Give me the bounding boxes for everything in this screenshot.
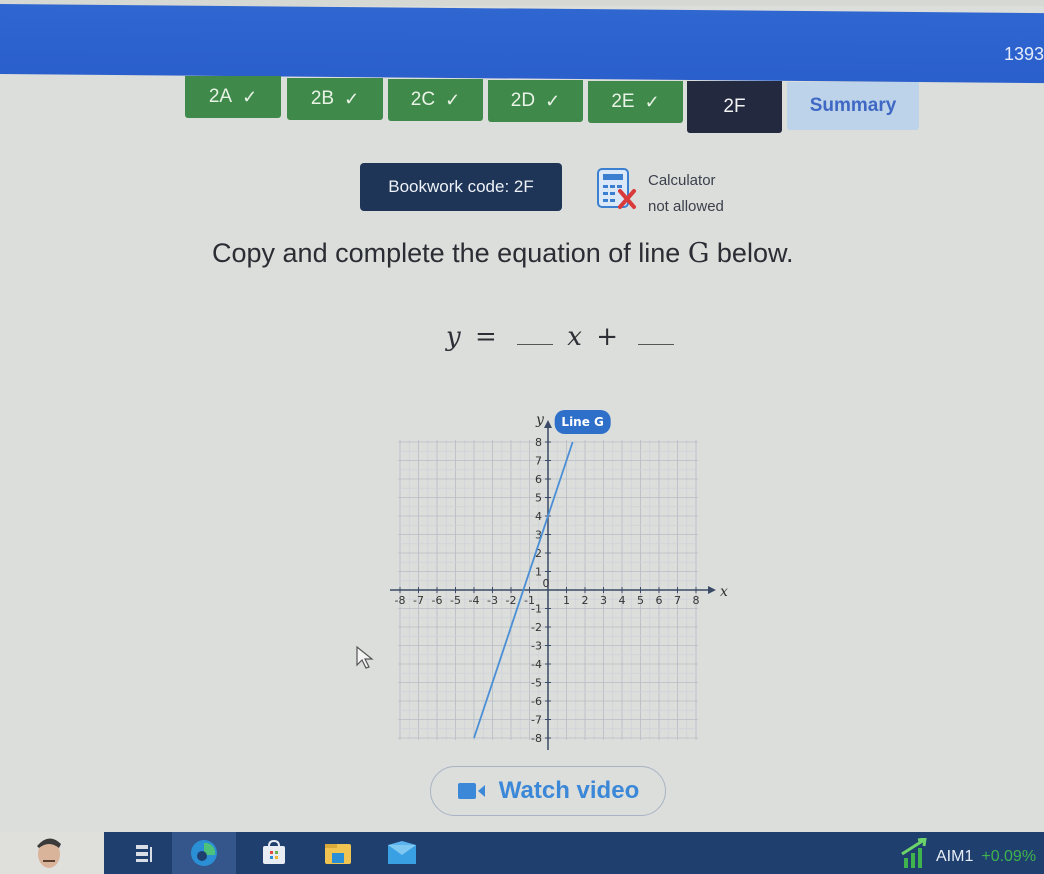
question-prefix: Copy and complete the equation of line bbox=[212, 238, 688, 268]
tab-label: 2E bbox=[611, 91, 635, 112]
checkmark-icon: ✓ bbox=[445, 89, 461, 110]
tab-2a[interactable]: 2A ✓ bbox=[185, 76, 281, 118]
equation-variable: x bbox=[567, 322, 582, 352]
x-tick-label: -6 bbox=[432, 594, 443, 607]
store-icon[interactable] bbox=[244, 832, 304, 874]
calculator-not-allowed-icon bbox=[597, 168, 636, 209]
intercept-blank[interactable] bbox=[638, 322, 675, 345]
checkmark-icon: ✓ bbox=[644, 91, 660, 112]
file-explorer-icon[interactable] bbox=[308, 832, 368, 874]
bookwork-code-badge: Bookwork code: 2F bbox=[360, 163, 562, 211]
watch-video-label: Watch video bbox=[498, 777, 640, 804]
calculator-status: Calculator not allowed bbox=[648, 168, 724, 220]
line-graph: xy-8 -7 -6 -5 -4 -3 -2 -101 2 3 4 5 6 7 887654321-1-2-… bbox=[390, 410, 728, 750]
x-tick-label: -2 bbox=[506, 594, 517, 607]
question-suffix: below. bbox=[709, 238, 794, 268]
x-tick-label: 6 bbox=[656, 594, 663, 607]
x-tick-label: 3 bbox=[600, 594, 607, 607]
y-tick-label: -6 bbox=[531, 695, 542, 708]
y-tick-label: 4 bbox=[535, 510, 542, 523]
x-tick-label: -7 bbox=[413, 594, 424, 607]
stock-ticker: AIM1 bbox=[936, 848, 974, 865]
y-tick-label: -4 bbox=[531, 658, 542, 671]
x-tick-label: 7 bbox=[674, 594, 681, 607]
tab-label: 2B bbox=[310, 88, 335, 109]
tab-2d[interactable]: 2D ✓ bbox=[488, 80, 583, 122]
gradient-blank[interactable] bbox=[517, 322, 554, 345]
y-tick-label: 1 bbox=[535, 566, 542, 579]
task-view-icon[interactable] bbox=[114, 832, 174, 874]
mail-icon[interactable] bbox=[372, 832, 432, 874]
y-tick-label: -7 bbox=[531, 714, 542, 727]
calculator-line2: not allowed bbox=[648, 198, 724, 215]
y-axis-label: y bbox=[535, 412, 545, 428]
x-tick-label: 8 bbox=[693, 594, 700, 607]
x-axis-arrow bbox=[708, 586, 716, 594]
y-tick-label: -1 bbox=[531, 603, 542, 616]
tab-label: 2F bbox=[723, 96, 746, 117]
mouse-cursor-icon bbox=[356, 645, 374, 669]
equation-template: y = x + bbox=[446, 322, 680, 352]
question-text: Copy and complete the equation of line G… bbox=[212, 238, 793, 269]
x-tick-label: 1 bbox=[563, 594, 570, 607]
tab-summary[interactable]: Summary bbox=[787, 82, 919, 130]
tab-2c[interactable]: 2C ✓ bbox=[388, 79, 483, 121]
y-tick-label: -3 bbox=[531, 640, 542, 653]
tab-label: 2D bbox=[510, 90, 536, 111]
x-axis-label: x bbox=[720, 584, 728, 600]
taskbar bbox=[104, 832, 1044, 874]
y-tick-label: 5 bbox=[535, 492, 542, 505]
x-tick-label: -4 bbox=[469, 594, 480, 607]
checkmark-icon: ✓ bbox=[344, 88, 360, 109]
tab-label: 2A bbox=[208, 86, 233, 107]
x-tick-label: 5 bbox=[637, 594, 644, 607]
calculator-line1: Calculator bbox=[648, 172, 716, 189]
tab-2e[interactable]: 2E ✓ bbox=[588, 81, 683, 123]
stock-change: +0.09% bbox=[981, 848, 1037, 865]
x-tick-label: -8 bbox=[395, 594, 406, 607]
x-tick-label: -3 bbox=[487, 594, 498, 607]
y-tick-label: -2 bbox=[531, 621, 542, 634]
line-g-label: Line G bbox=[561, 415, 603, 429]
stock-widget[interactable]: AIM1 +0.09% bbox=[936, 848, 1036, 866]
y-tick-label: 7 bbox=[535, 455, 542, 468]
checkmark-icon: ✓ bbox=[242, 86, 258, 107]
equation-lhs: y bbox=[446, 322, 461, 352]
y-tick-label: -8 bbox=[531, 732, 542, 745]
line-name: G bbox=[687, 238, 710, 269]
y-axis-arrow bbox=[544, 420, 552, 428]
stock-chart-icon bbox=[901, 838, 927, 868]
x-tick-label: 2 bbox=[582, 594, 589, 607]
watch-video-button[interactable]: Watch video bbox=[430, 766, 666, 816]
desktop-avatar-area bbox=[0, 832, 104, 874]
x-tick-label: 0 bbox=[543, 577, 550, 590]
video-camera-icon bbox=[457, 783, 485, 799]
header-number: 1393 bbox=[1003, 44, 1044, 64]
equals-sign: = bbox=[474, 322, 497, 352]
checkmark-icon: ✓ bbox=[545, 90, 561, 111]
y-tick-label: 6 bbox=[535, 473, 542, 486]
tab-2b[interactable]: 2B ✓ bbox=[287, 78, 383, 120]
plus-sign: + bbox=[596, 322, 619, 352]
tab-2f[interactable]: 2F bbox=[687, 81, 782, 133]
x-tick-label: -5 bbox=[450, 594, 461, 607]
tab-label: Summary bbox=[809, 95, 897, 116]
x-tick-label: 4 bbox=[619, 594, 626, 607]
y-tick-label: -5 bbox=[531, 677, 542, 690]
tab-label: 2C bbox=[410, 89, 436, 110]
header-bar bbox=[0, 4, 1044, 84]
edge-browser-icon[interactable] bbox=[172, 832, 236, 874]
avatar bbox=[37, 838, 61, 868]
y-tick-label: 8 bbox=[535, 436, 542, 449]
